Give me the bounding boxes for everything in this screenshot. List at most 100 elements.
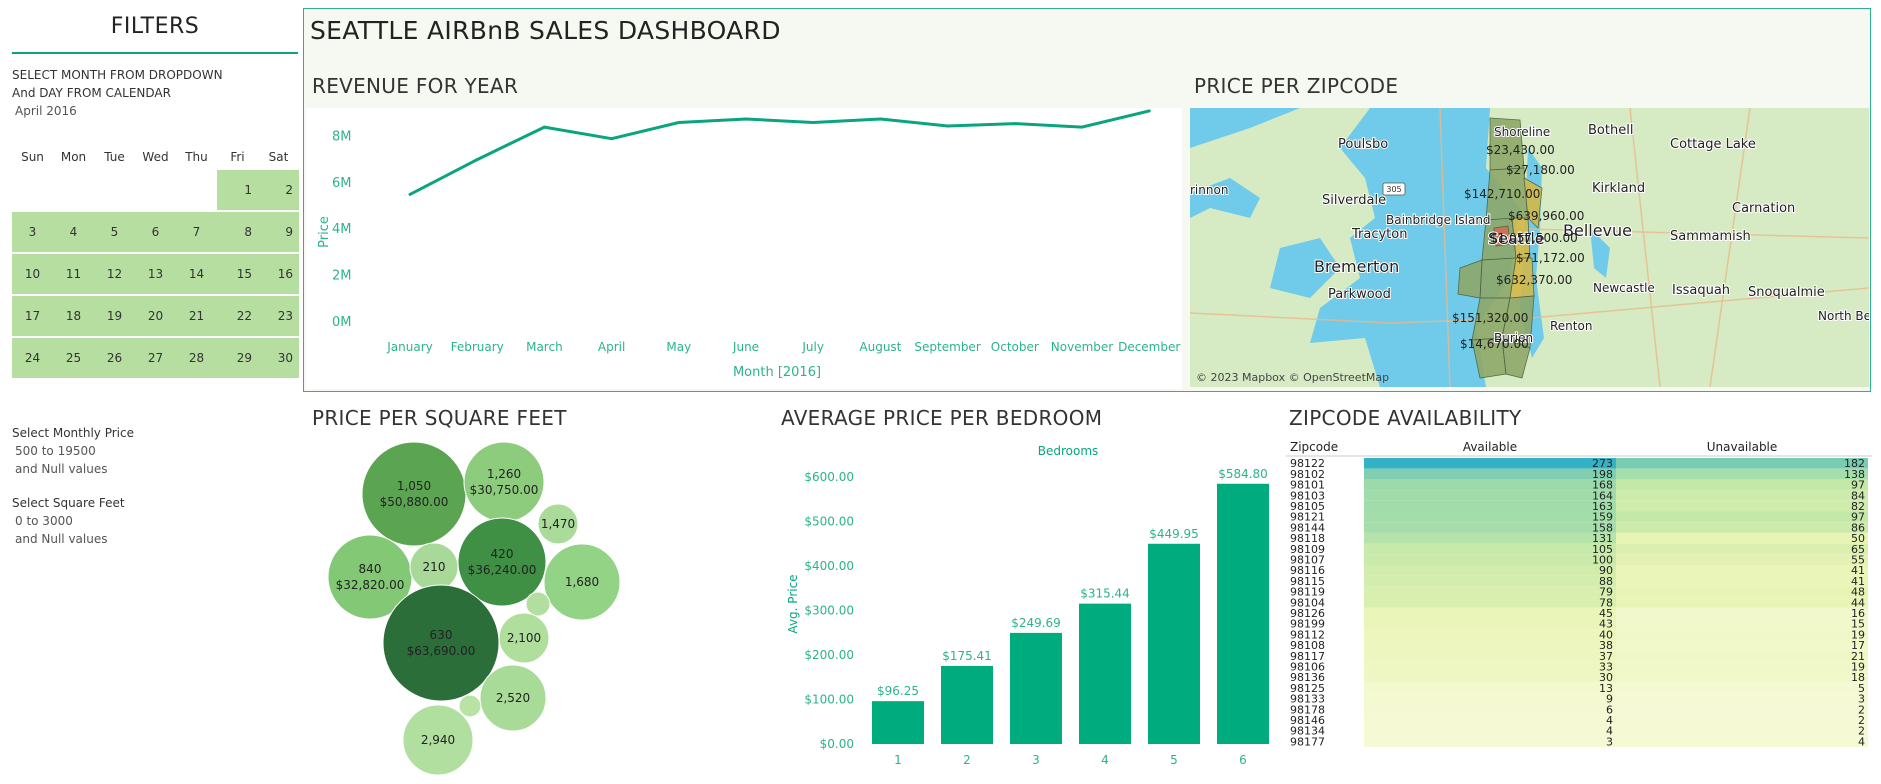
heat-cell-available[interactable] [1364, 714, 1616, 726]
revenue-point[interactable] [811, 120, 815, 124]
calendar-day[interactable]: 27 [135, 338, 176, 378]
heat-cell-available[interactable] [1364, 607, 1616, 619]
heat-cell-available[interactable] [1364, 618, 1616, 630]
calendar-day[interactable]: 29 [217, 338, 258, 378]
revenue-point[interactable] [744, 117, 748, 121]
heat-cell-unavailable[interactable] [1616, 725, 1868, 737]
heat-cell-unavailable[interactable] [1616, 468, 1868, 480]
revenue-point[interactable] [475, 158, 479, 162]
heat-cell-unavailable[interactable] [1616, 618, 1868, 630]
calendar-day[interactable]: 11 [53, 254, 94, 294]
bedroom-bar[interactable] [1079, 603, 1131, 744]
revenue-point[interactable] [408, 192, 412, 196]
heat-cell-unavailable[interactable] [1616, 511, 1868, 523]
heat-cell-available[interactable] [1364, 532, 1616, 544]
bubble[interactable] [458, 694, 482, 718]
heat-cell-available[interactable] [1364, 543, 1616, 555]
sqft-filter-range[interactable]: 0 to 3000 [15, 514, 73, 528]
heat-cell-available[interactable] [1364, 522, 1616, 533]
heat-cell-unavailable[interactable] [1616, 500, 1868, 512]
heat-cell-unavailable[interactable] [1616, 607, 1868, 619]
revenue-point[interactable] [542, 125, 546, 129]
heat-cell-unavailable[interactable] [1616, 693, 1868, 705]
heat-cell-unavailable[interactable] [1616, 661, 1868, 672]
calendar-day[interactable]: 10 [12, 254, 53, 294]
bedroom-bar[interactable] [1217, 483, 1269, 744]
calendar-day[interactable]: 30 [258, 338, 299, 378]
calendar-day[interactable]: 21 [176, 296, 217, 336]
heat-cell-available[interactable] [1364, 650, 1616, 662]
heat-cell-unavailable[interactable] [1616, 597, 1868, 608]
bubble[interactable] [382, 584, 500, 702]
calendar-day[interactable]: 20 [135, 296, 176, 336]
calendar-day[interactable]: 24 [12, 338, 53, 378]
heat-cell-unavailable[interactable] [1616, 586, 1868, 598]
calendar-day[interactable]: 7 [176, 212, 217, 252]
bedroom-bar[interactable] [1010, 632, 1062, 744]
revenue-point[interactable] [878, 117, 882, 121]
calendar-day[interactable]: 12 [94, 254, 135, 294]
heat-cell-available[interactable] [1364, 468, 1616, 480]
heat-cell-unavailable[interactable] [1616, 554, 1868, 565]
month-dropdown[interactable]: April 2016 [15, 104, 77, 118]
heat-cell-unavailable[interactable] [1616, 543, 1868, 555]
heat-cell-available[interactable] [1364, 661, 1616, 672]
calendar-day[interactable]: 18 [53, 296, 94, 336]
bedroom-bar[interactable] [872, 701, 924, 744]
calendar-day[interactable]: 17 [12, 296, 53, 336]
heat-cell-unavailable[interactable] [1616, 565, 1868, 576]
heat-cell-available[interactable] [1364, 479, 1616, 491]
heat-cell-available[interactable] [1364, 500, 1616, 512]
calendar-day[interactable]: 25 [53, 338, 94, 378]
heat-cell-available[interactable] [1364, 693, 1616, 705]
heat-cell-available[interactable] [1364, 704, 1616, 715]
calendar-day[interactable]: 2 [258, 170, 299, 210]
calendar-day[interactable]: 15 [217, 254, 258, 294]
heat-cell-available[interactable] [1364, 554, 1616, 565]
calendar-day[interactable]: 23 [258, 296, 299, 336]
calendar-day[interactable]: 16 [258, 254, 299, 294]
calendar-day[interactable]: 9 [258, 212, 299, 252]
bedroom-bar[interactable] [941, 665, 993, 744]
heat-cell-available[interactable] [1364, 672, 1616, 683]
heat-cell-unavailable[interactable] [1616, 672, 1868, 683]
bubble[interactable] [361, 441, 467, 547]
revenue-point[interactable] [1080, 125, 1084, 129]
heat-cell-unavailable[interactable] [1616, 714, 1868, 726]
calendar-day[interactable]: 28 [176, 338, 217, 378]
calendar-day[interactable]: 26 [94, 338, 135, 378]
heat-cell-unavailable[interactable] [1616, 629, 1868, 640]
calendar-day[interactable]: 6 [135, 212, 176, 252]
heat-cell-unavailable[interactable] [1616, 639, 1868, 651]
monthly-price-filter-range[interactable]: 500 to 19500 [15, 444, 96, 458]
heat-cell-available[interactable] [1364, 458, 1616, 469]
heat-cell-unavailable[interactable] [1616, 532, 1868, 544]
heat-cell-unavailable[interactable] [1616, 458, 1868, 469]
calendar-day[interactable]: 4 [53, 212, 94, 252]
revenue-point[interactable] [946, 124, 950, 128]
revenue-point[interactable] [1147, 109, 1151, 113]
heat-cell-unavailable[interactable] [1616, 736, 1868, 747]
heat-cell-unavailable[interactable] [1616, 704, 1868, 715]
heat-cell-available[interactable] [1364, 597, 1616, 608]
bedroom-bar[interactable] [1148, 543, 1200, 744]
calendar-day[interactable]: 13 [135, 254, 176, 294]
price-per-zipcode-map[interactable]: 305 Shoreline Bothell Cottage Lake Poulsbo Ki… [1190, 108, 1869, 387]
revenue-point[interactable] [1013, 122, 1017, 126]
calendar-day[interactable]: 19 [94, 296, 135, 336]
heat-cell-available[interactable] [1364, 575, 1616, 587]
heat-cell-unavailable[interactable] [1616, 575, 1868, 587]
calendar-day[interactable]: 3 [12, 212, 53, 252]
heat-cell-available[interactable] [1364, 725, 1616, 737]
heat-cell-unavailable[interactable] [1616, 650, 1868, 662]
heat-cell-available[interactable] [1364, 490, 1616, 501]
calendar-day[interactable]: 5 [94, 212, 135, 252]
heat-cell-available[interactable] [1364, 639, 1616, 651]
heat-cell-available[interactable] [1364, 736, 1616, 747]
calendar-day[interactable]: 22 [217, 296, 258, 336]
heat-cell-available[interactable] [1364, 682, 1616, 694]
heat-cell-available[interactable] [1364, 629, 1616, 640]
revenue-point[interactable] [677, 120, 681, 124]
calendar-day[interactable]: 8 [217, 212, 258, 252]
bubble[interactable] [525, 591, 551, 617]
